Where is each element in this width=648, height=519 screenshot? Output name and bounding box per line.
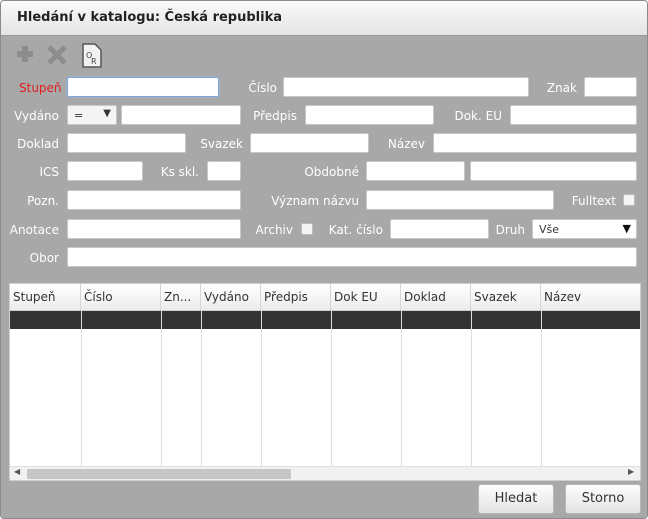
ics-input[interactable] <box>67 161 143 181</box>
vydano-operator-select[interactable]: = ▼ <box>67 105 117 125</box>
ks-skl-input[interactable] <box>207 161 241 181</box>
nazev-label: Název <box>387 137 425 151</box>
grid-header: Stupeň Číslo Zn... Vydáno Předpis Dok EU… <box>10 284 640 311</box>
column-header-vydano[interactable]: Vydáno <box>201 284 261 310</box>
column-header-svazek[interactable]: Svazek <box>471 284 541 310</box>
ics-label: ICS <box>39 165 59 179</box>
znak-label: Znak <box>546 81 577 95</box>
search-button[interactable]: Hledat <box>478 484 554 514</box>
catalog-search-dialog: Hledání v katalogu: Česká republika OR S… <box>0 0 648 519</box>
obor-label: Obor <box>29 251 59 265</box>
anotace-input[interactable] <box>67 219 241 239</box>
column-divider <box>331 311 332 466</box>
column-divider <box>201 311 202 466</box>
cislo-input[interactable] <box>283 77 529 97</box>
horizontal-scrollbar[interactable]: ◀ ▶ <box>10 466 640 480</box>
fulltext-checkbox[interactable] <box>623 194 635 206</box>
cislo-label: Číslo <box>248 81 277 95</box>
scrollbar-thumb[interactable] <box>27 469 291 479</box>
column-header-dok-eu[interactable]: Dok EU <box>331 284 401 310</box>
vyznam-nazvu-input[interactable] <box>366 190 554 210</box>
dialog-title: Hledání v katalogu: Česká republika <box>17 10 283 25</box>
svg-text:R: R <box>91 57 97 66</box>
anotace-label: Anotace <box>9 223 59 237</box>
dok-eu-label: Dok. EU <box>454 109 502 123</box>
stupen-input[interactable] <box>67 77 219 97</box>
obdobne-input-1[interactable] <box>366 161 465 181</box>
stupen-label: Stupeň <box>19 81 62 95</box>
column-header-cislo[interactable]: Číslo <box>81 284 161 310</box>
vydano-operator-value: = <box>74 109 84 122</box>
dok-eu-input[interactable] <box>510 105 637 125</box>
column-divider <box>541 311 542 466</box>
znak-input[interactable] <box>584 77 637 97</box>
druh-label: Druh <box>495 223 525 237</box>
report-icon[interactable]: OR <box>79 41 103 68</box>
column-header-stupen[interactable]: Stupeň <box>10 284 81 310</box>
vyznam-nazvu-label: Význam názvu <box>271 194 359 208</box>
vydano-label: Vydáno <box>14 109 59 123</box>
fulltext-label: Fulltext <box>571 194 616 208</box>
archiv-checkbox[interactable] <box>301 223 313 235</box>
doklad-label: Doklad <box>17 137 59 151</box>
column-divider <box>261 311 262 466</box>
svazek-label: Svazek <box>200 137 243 151</box>
column-divider <box>81 311 82 466</box>
chevron-down-icon: ▼ <box>622 222 631 235</box>
obdobne-input-2[interactable] <box>470 161 637 181</box>
pozn-input[interactable] <box>67 190 241 210</box>
svazek-input[interactable] <box>250 133 369 153</box>
obor-input[interactable] <box>67 247 637 267</box>
column-divider <box>401 311 402 466</box>
column-divider <box>161 311 162 466</box>
selected-table-row[interactable] <box>10 311 640 329</box>
druh-value: Vše <box>539 223 560 236</box>
column-header-doklad[interactable]: Doklad <box>401 284 471 310</box>
column-header-znak[interactable]: Zn... <box>161 284 201 310</box>
predpis-input[interactable] <box>305 105 434 125</box>
ks-skl-label: Ks skl. <box>160 165 199 179</box>
kat-cislo-input[interactable] <box>390 219 489 239</box>
obdobne-label: Obdobné <box>304 165 359 179</box>
kat-cislo-label: Kat. číslo <box>328 223 383 237</box>
chevron-down-icon: ▼ <box>103 108 111 119</box>
add-icon[interactable] <box>13 41 37 67</box>
vydano-input[interactable] <box>121 105 241 125</box>
cancel-button[interactable]: Storno <box>565 484 641 514</box>
druh-select[interactable]: Vše ▼ <box>532 219 637 239</box>
dialog-titlebar[interactable]: Hledání v katalogu: Česká republika <box>1 1 647 36</box>
predpis-label: Předpis <box>253 109 297 123</box>
archiv-label: Archiv <box>255 223 293 237</box>
column-header-predpis[interactable]: Předpis <box>261 284 331 310</box>
delete-icon[interactable] <box>45 41 69 67</box>
nazev-input[interactable] <box>433 133 637 153</box>
results-grid: Stupeň Číslo Zn... Vydáno Předpis Dok EU… <box>9 283 641 481</box>
pozn-label: Pozn. <box>27 194 59 208</box>
scroll-right-icon[interactable]: ▶ <box>628 467 634 476</box>
column-divider <box>471 311 472 466</box>
doklad-input[interactable] <box>67 133 186 153</box>
column-header-nazev[interactable]: Název <box>541 284 640 310</box>
scroll-left-icon[interactable]: ◀ <box>14 467 20 476</box>
